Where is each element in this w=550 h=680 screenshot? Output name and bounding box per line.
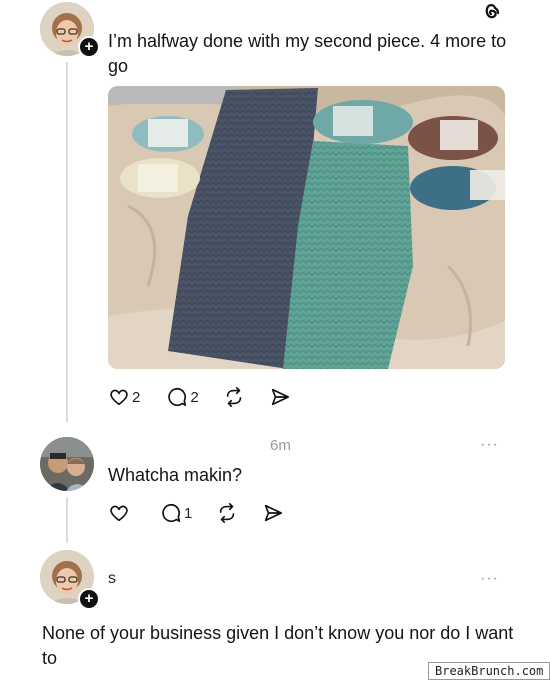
reply1-repost-button[interactable]	[216, 502, 238, 524]
reply1-more-options[interactable]: ···	[480, 436, 499, 454]
reply-button[interactable]: 2	[166, 386, 199, 408]
post-actions: 2 2	[108, 386, 311, 408]
reply1-reply-button[interactable]: 1	[160, 502, 192, 524]
post-photo[interactable]	[108, 86, 505, 369]
reply2-more-options[interactable]: ···	[480, 570, 499, 588]
watermark-label: BreakBrunch.com	[428, 662, 550, 680]
send-icon	[265, 504, 283, 522]
repost-icon	[226, 387, 241, 407]
heart-icon	[110, 505, 128, 522]
like-button[interactable]: 2	[108, 386, 140, 408]
reply1-share-button[interactable]	[262, 502, 284, 524]
reply1-username-redacted	[108, 436, 248, 450]
heart-icon	[110, 389, 128, 406]
reply2-follow-plus-badge[interactable]: +	[78, 588, 100, 610]
reply1-timestamp: 6m	[270, 437, 291, 454]
reply1-like-button[interactable]	[108, 502, 130, 524]
threads-logo-icon	[480, 0, 502, 27]
post-username-redacted	[108, 0, 268, 14]
thread-connector-line-2	[66, 497, 68, 543]
thread-connector-line	[66, 62, 68, 422]
repost-button[interactable]	[223, 386, 245, 408]
like-count: 2	[132, 388, 141, 406]
reply2-username[interactable]: s	[108, 570, 116, 588]
follow-plus-badge[interactable]: +	[78, 36, 100, 58]
reply1-text: Whatcha makin?	[108, 465, 243, 485]
reply1-actions: 1	[108, 502, 304, 524]
post-text: I’m halfway done with my second piece. 4…	[108, 31, 507, 76]
reply-count: 2	[190, 388, 199, 406]
send-icon	[271, 388, 289, 406]
comment-icon	[162, 503, 181, 523]
reply1-author-avatar[interactable]	[40, 437, 94, 491]
share-button[interactable]	[269, 386, 291, 408]
comment-icon	[168, 387, 187, 407]
reply1-reply-count: 1	[184, 504, 193, 522]
repost-icon	[220, 503, 235, 523]
